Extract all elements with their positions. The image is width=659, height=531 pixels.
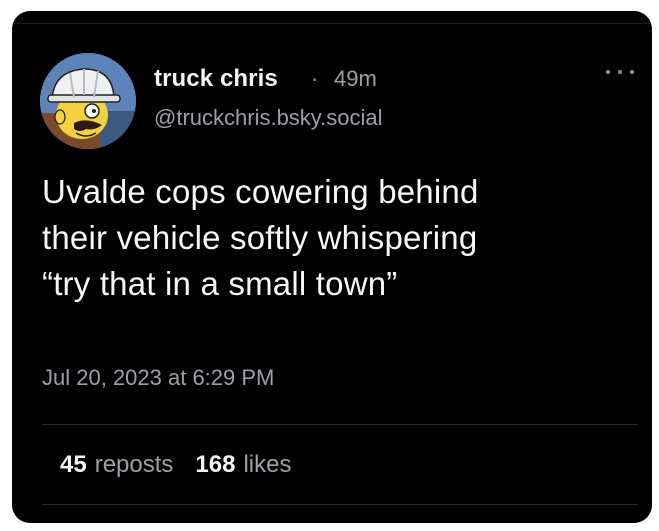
reposts-count: 45 [60,451,87,478]
likes-label: likes [243,451,292,478]
stats-divider-bottom [42,504,638,505]
author-handle[interactable]: @truckchris.bsky.social [154,105,383,131]
post-timestamp: Jul 20, 2023 at 6:29 PM [42,365,275,390]
hardhat-avatar-icon [40,53,136,149]
more-horizontal-icon [606,70,610,74]
post-body-text: Uvalde cops cowering behind their vehicl… [42,173,479,302]
meta-separator: · [311,66,319,91]
likes-count: 168 [195,451,236,478]
more-options-button[interactable] [606,63,634,81]
top-divider [12,23,652,24]
stats-divider-top [42,424,638,425]
reposts-stat[interactable]: 45 reposts [60,451,173,479]
post-card: truck chris · 49m @truckchris.bsky.socia… [12,11,652,523]
more-horizontal-icon [630,70,634,74]
author-display-name[interactable]: truck chris [154,65,278,93]
avatar[interactable] [40,53,136,149]
engagement-stats: 45 reposts 168 likes [60,451,291,479]
reposts-label: reposts [94,451,174,478]
relative-time[interactable]: 49m [334,66,377,92]
more-horizontal-icon [618,70,622,74]
likes-stat[interactable]: 168 likes [195,451,291,479]
